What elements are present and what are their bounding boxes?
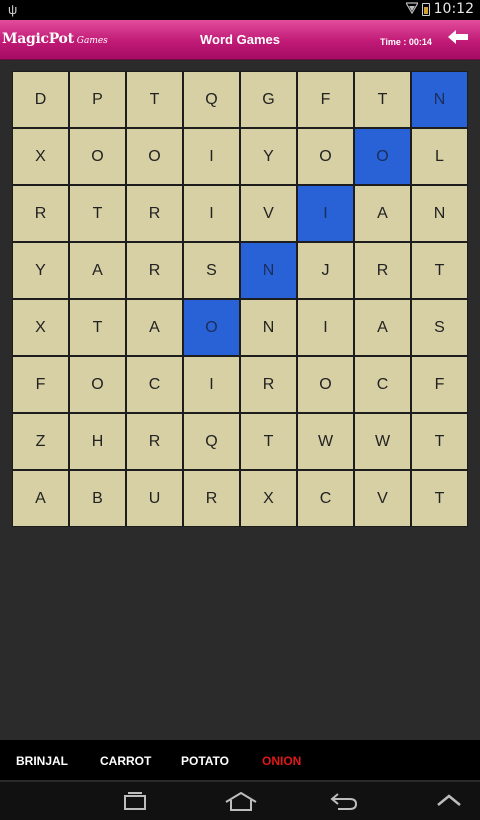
grid-cell[interactable]: I — [184, 186, 239, 241]
grid-cell[interactable]: F — [412, 357, 467, 412]
grid-cell[interactable]: X — [13, 129, 68, 184]
grid-cell[interactable]: A — [355, 300, 410, 355]
grid-cell[interactable]: R — [127, 414, 182, 469]
word-item-onion: ONION — [262, 754, 302, 768]
grid-cell[interactable]: N — [412, 186, 467, 241]
grid-cell[interactable]: O — [127, 129, 182, 184]
grid-cell[interactable]: N — [241, 300, 296, 355]
grid-cell[interactable]: V — [355, 471, 410, 526]
grid-cell[interactable]: X — [241, 471, 296, 526]
wifi-icon — [404, 1, 419, 17]
grid-cell[interactable]: T — [412, 471, 467, 526]
grid-cell[interactable]: R — [13, 186, 68, 241]
timer-text: Time : 00:14 — [380, 37, 432, 47]
grid-cell[interactable]: S — [412, 300, 467, 355]
grid-cell[interactable]: Z — [13, 414, 68, 469]
word-list-bar: BRINJAL CARROT POTATO ONION — [0, 740, 480, 780]
grid-cell[interactable]: U — [127, 471, 182, 526]
grid-cell[interactable]: T — [412, 243, 467, 298]
grid-cell[interactable]: V — [241, 186, 296, 241]
grid-cell[interactable]: O — [298, 129, 353, 184]
grid-cell[interactable]: T — [70, 300, 125, 355]
grid-cell[interactable]: Q — [184, 414, 239, 469]
grid-cell[interactable]: I — [184, 129, 239, 184]
battery-icon — [421, 2, 430, 16]
grid-cell[interactable]: N — [412, 72, 467, 127]
grid-cell[interactable]: R — [355, 243, 410, 298]
grid-cell[interactable]: H — [70, 414, 125, 469]
grid-cell[interactable]: I — [298, 186, 353, 241]
grid-cell[interactable]: P — [70, 72, 125, 127]
grid-cell[interactable]: O — [70, 129, 125, 184]
word-item-brinjal: BRINJAL — [16, 754, 69, 768]
grid-cell[interactable]: I — [298, 300, 353, 355]
app-header: MagicPot Games Word Games Time : 00:14 — [0, 20, 480, 60]
grid-cell[interactable]: T — [355, 72, 410, 127]
home-icon[interactable] — [224, 791, 258, 817]
grid-cell[interactable]: R — [127, 243, 182, 298]
grid-cell[interactable]: Y — [241, 129, 296, 184]
grid-cell[interactable]: W — [298, 414, 353, 469]
grid-cell[interactable]: Y — [13, 243, 68, 298]
word-item-potato: POTATO — [181, 754, 229, 768]
word-item-carrot: CARROT — [100, 754, 152, 768]
grid-cell[interactable]: A — [13, 471, 68, 526]
grid-cell[interactable]: Q — [184, 72, 239, 127]
grid-cell[interactable]: D — [13, 72, 68, 127]
grid-cell[interactable]: A — [355, 186, 410, 241]
grid-cell[interactable]: C — [127, 357, 182, 412]
grid-cell[interactable]: X — [13, 300, 68, 355]
usb-icon: ψ — [8, 2, 18, 17]
grid-cell[interactable]: G — [241, 72, 296, 127]
grid-cell[interactable]: O — [355, 129, 410, 184]
grid-cell[interactable]: R — [127, 186, 182, 241]
grid-cell[interactable]: A — [70, 243, 125, 298]
grid-cell[interactable]: F — [13, 357, 68, 412]
grid-cell[interactable]: T — [241, 414, 296, 469]
grid-cell[interactable]: T — [127, 72, 182, 127]
grid-cell[interactable]: F — [298, 72, 353, 127]
grid-cell[interactable]: O — [184, 300, 239, 355]
grid-cell[interactable]: S — [184, 243, 239, 298]
status-icons: 10:12 — [404, 1, 474, 17]
grid-cell[interactable]: C — [298, 471, 353, 526]
grid-cell[interactable]: O — [70, 357, 125, 412]
grid-cell[interactable]: C — [355, 357, 410, 412]
back-arrow-icon — [447, 29, 469, 50]
grid-cell[interactable]: T — [412, 414, 467, 469]
grid-cell[interactable]: O — [298, 357, 353, 412]
grid-cell[interactable]: L — [412, 129, 467, 184]
grid-cell[interactable]: R — [184, 471, 239, 526]
grid-cell[interactable]: T — [70, 186, 125, 241]
clock-text: 10:12 — [433, 1, 474, 17]
recent-apps-icon[interactable] — [120, 792, 150, 817]
grid-cell[interactable]: I — [184, 357, 239, 412]
grid-cell[interactable]: R — [241, 357, 296, 412]
grid-cell[interactable]: J — [298, 243, 353, 298]
grid-cell[interactable]: B — [70, 471, 125, 526]
collapse-icon[interactable] — [436, 792, 462, 813]
back-icon[interactable] — [330, 792, 358, 817]
navigation-bar — [0, 780, 480, 820]
status-bar: ψ 10:12 — [0, 0, 480, 20]
grid-cell[interactable]: W — [355, 414, 410, 469]
grid-cell[interactable]: A — [127, 300, 182, 355]
back-arrow-button[interactable] — [442, 24, 474, 54]
letter-grid: DPTQGFTNXOOIYOOLRTRIVIANYARSNJRTXTAONIAS… — [12, 71, 468, 527]
grid-cell[interactable]: N — [241, 243, 296, 298]
